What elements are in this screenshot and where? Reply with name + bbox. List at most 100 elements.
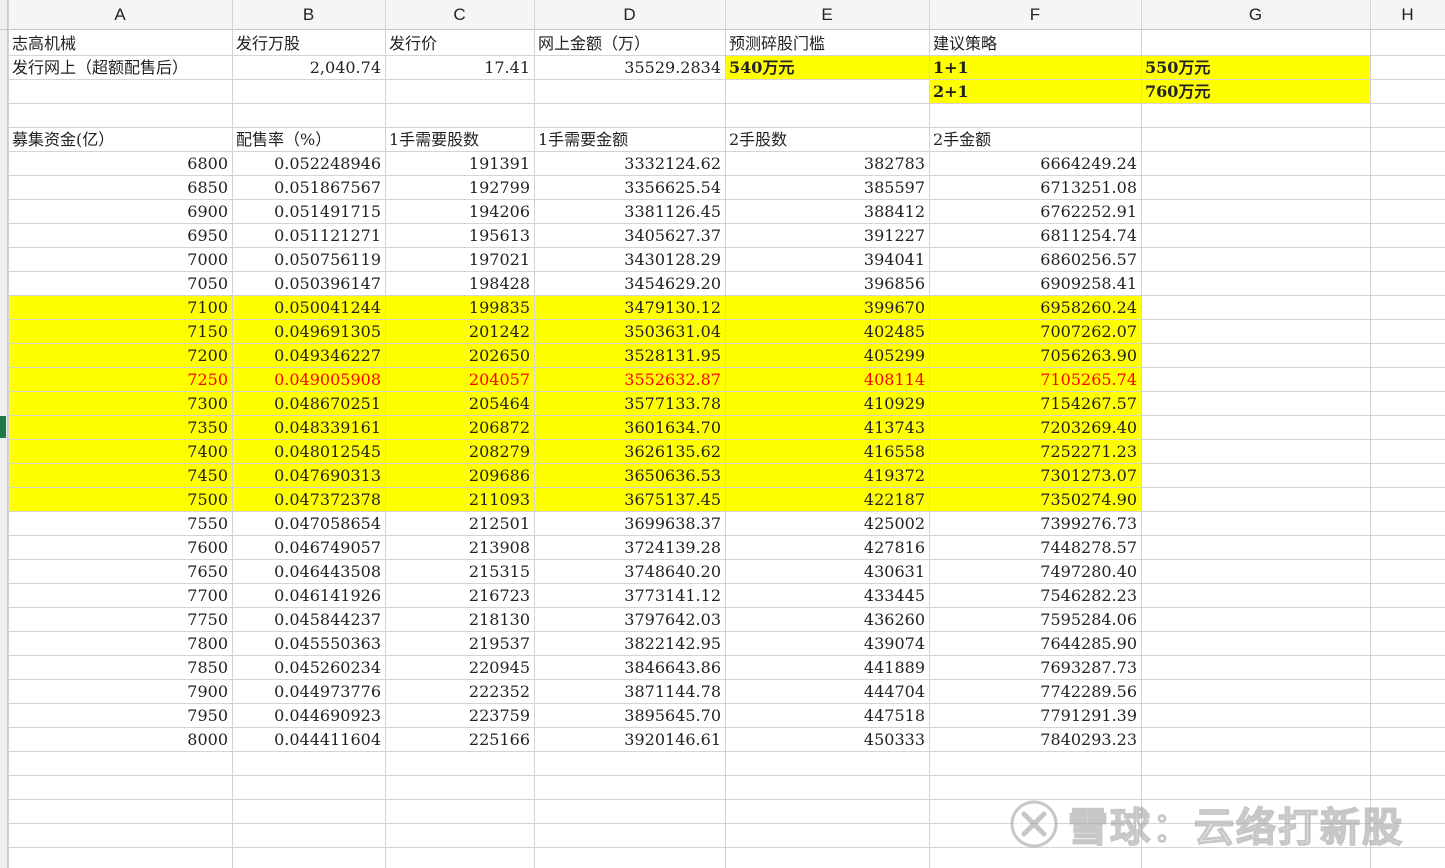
cell-1lot-shares[interactable]: 223759 [385,704,534,728]
cell-1lot-amount[interactable]: 3699638.37 [534,512,725,536]
cell-1lot-shares[interactable]: 197021 [385,248,534,272]
cell-1lot-amount[interactable]: 3601634.70 [534,416,725,440]
cell-fund[interactable]: 7800 [8,632,232,656]
cell-2lot-shares[interactable]: 408114 [725,368,929,392]
cell-1lot-amount[interactable]: 3724139.28 [534,536,725,560]
cell-2lot-shares[interactable]: 425002 [725,512,929,536]
cell-1lot-shares[interactable]: 204057 [385,368,534,392]
cell-1lot-shares[interactable]: 213908 [385,536,534,560]
cell-fund[interactable]: 7150 [8,320,232,344]
cell-1lot-amount[interactable]: 3797642.03 [534,608,725,632]
cell-allot-rate[interactable]: 0.044411604 [232,728,385,752]
cell-1lot-amount[interactable]: 3405627.37 [534,224,725,248]
cell-fund[interactable]: 7300 [8,392,232,416]
cell-2lot-shares[interactable]: 391227 [725,224,929,248]
cell-allot-rate[interactable]: 0.051867567 [232,176,385,200]
cell-2lot-amount[interactable]: 7056263.90 [929,344,1141,368]
cell-2lot-shares[interactable]: 382783 [725,152,929,176]
cell-1lot-amount[interactable]: 3822142.95 [534,632,725,656]
cell-2lot-amount[interactable]: 7497280.40 [929,560,1141,584]
cell-1lot-amount[interactable]: 3871144.78 [534,680,725,704]
cell-1lot-amount[interactable]: 3920146.61 [534,728,725,752]
cell-allot-rate[interactable]: 0.045260234 [232,656,385,680]
cell-2lot-shares[interactable]: 394041 [725,248,929,272]
cell-1lot-amount[interactable]: 3895645.70 [534,704,725,728]
cell-2lot-amount[interactable]: 7791291.39 [929,704,1141,728]
cell-g3-strategy-1-amount[interactable]: 550万元 [1141,56,1370,80]
cell-1lot-shares[interactable]: 208279 [385,440,534,464]
column-header-d[interactable]: D [534,0,725,30]
cell-1lot-amount[interactable]: 3430128.29 [534,248,725,272]
cell-c3-price[interactable]: 17.41 [385,56,534,80]
cell-allot-rate[interactable]: 0.048012545 [232,440,385,464]
cell-fund[interactable]: 7200 [8,344,232,368]
cell-e3-threshold[interactable]: 540万元 [725,56,929,80]
cell-1lot-shares[interactable]: 191391 [385,152,534,176]
cell-2lot-amount[interactable]: 6664249.24 [929,152,1141,176]
cell-g4-strategy-2-amount[interactable]: 760万元 [1141,80,1370,104]
cell-allot-rate[interactable]: 0.047690313 [232,464,385,488]
cell-1lot-shares[interactable]: 220945 [385,656,534,680]
cell-1lot-amount[interactable]: 3552632.87 [534,368,725,392]
cell-1lot-amount[interactable]: 3454629.20 [534,272,725,296]
select-all-corner[interactable] [0,0,8,30]
cell-2lot-amount[interactable]: 6811254.74 [929,224,1141,248]
cell-1lot-shares[interactable]: 194206 [385,200,534,224]
cell-2lot-amount[interactable]: 7693287.73 [929,656,1141,680]
cell-fund[interactable]: 6950 [8,224,232,248]
column-header-f[interactable]: F [929,0,1141,30]
cell-2lot-shares[interactable]: 419372 [725,464,929,488]
cell-fund[interactable]: 7100 [8,296,232,320]
cell-2lot-amount[interactable]: 7154267.57 [929,392,1141,416]
table-header-fund[interactable]: 募集资金(亿） [8,128,232,152]
cell-allot-rate[interactable]: 0.048670251 [232,392,385,416]
cell-1lot-amount[interactable]: 3846643.86 [534,656,725,680]
cell-2lot-shares[interactable]: 441889 [725,656,929,680]
cell-2lot-amount[interactable]: 7203269.40 [929,416,1141,440]
cell-2lot-amount[interactable]: 6762252.91 [929,200,1141,224]
cell-2lot-shares[interactable]: 388412 [725,200,929,224]
cell-fund[interactable]: 7750 [8,608,232,632]
cell-2lot-shares[interactable]: 385597 [725,176,929,200]
cell-fund[interactable]: 7000 [8,248,232,272]
cell-allot-rate[interactable]: 0.045844237 [232,608,385,632]
cell-1lot-amount[interactable]: 3650636.53 [534,464,725,488]
cell-fund[interactable]: 8000 [8,728,232,752]
cell-1lot-shares[interactable]: 209686 [385,464,534,488]
cell-1lot-shares[interactable]: 202650 [385,344,534,368]
column-header-h[interactable]: H [1370,0,1445,30]
cell-1lot-amount[interactable]: 3675137.45 [534,488,725,512]
cell-2lot-amount[interactable]: 6860256.57 [929,248,1141,272]
cell-2lot-shares[interactable]: 396856 [725,272,929,296]
column-header-e[interactable]: E [725,0,929,30]
cell-fund[interactable]: 7650 [8,560,232,584]
cell-allot-rate[interactable]: 0.046749057 [232,536,385,560]
cell-1lot-shares[interactable]: 205464 [385,392,534,416]
cell-2lot-amount[interactable]: 7448278.57 [929,536,1141,560]
cell-fund[interactable]: 7900 [8,680,232,704]
cell-allot-rate[interactable]: 0.045550363 [232,632,385,656]
cell-allot-rate[interactable]: 0.052248946 [232,152,385,176]
cell-allot-rate[interactable]: 0.050041244 [232,296,385,320]
cell-a3-label[interactable]: 发行网上（超额配售后） [8,56,232,80]
cell-2lot-shares[interactable]: 413743 [725,416,929,440]
table-header-2lot-amount[interactable]: 2手金额 [929,128,1141,152]
cell-2lot-shares[interactable]: 436260 [725,608,929,632]
cell-2lot-amount[interactable]: 6958260.24 [929,296,1141,320]
cell-1lot-shares[interactable]: 212501 [385,512,534,536]
cell-fund[interactable]: 7050 [8,272,232,296]
cell-fund[interactable]: 7350 [8,416,232,440]
cell-allot-rate[interactable]: 0.049346227 [232,344,385,368]
cell-fund[interactable]: 7500 [8,488,232,512]
cell-1lot-amount[interactable]: 3381126.45 [534,200,725,224]
cell-2lot-shares[interactable]: 422187 [725,488,929,512]
cell-2lot-shares[interactable]: 433445 [725,584,929,608]
cell-2lot-amount[interactable]: 7399276.73 [929,512,1141,536]
cell-1lot-amount[interactable]: 3577133.78 [534,392,725,416]
cell-1lot-shares[interactable]: 195613 [385,224,534,248]
cell-1lot-shares[interactable]: 201242 [385,320,534,344]
column-header-g[interactable]: G [1141,0,1370,30]
cell-allot-rate[interactable]: 0.050396147 [232,272,385,296]
cell-2lot-amount[interactable]: 7350274.90 [929,488,1141,512]
cell-1lot-shares[interactable]: 215315 [385,560,534,584]
